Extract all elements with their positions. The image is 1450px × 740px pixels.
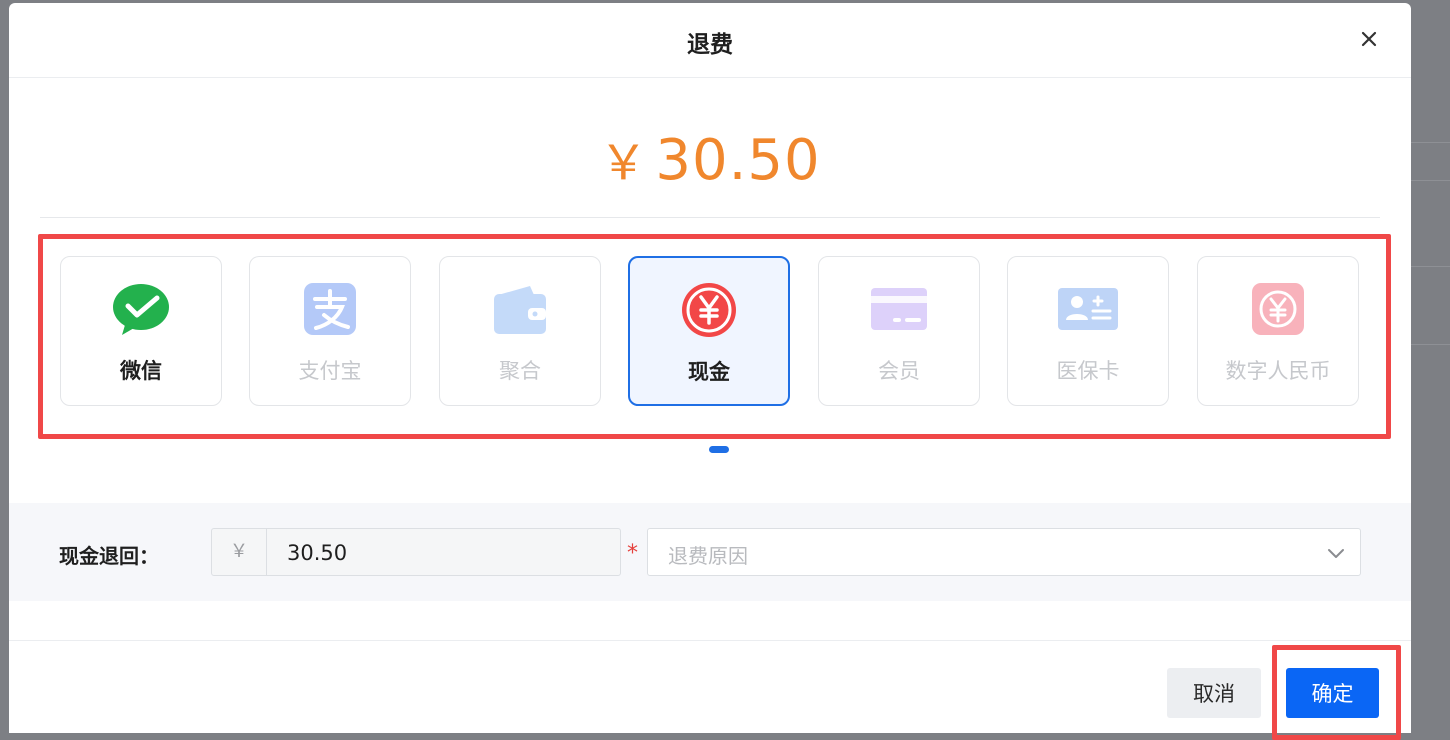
- modal-title: 退费: [687, 32, 733, 58]
- payment-method-label: 数字人民币: [1225, 359, 1331, 383]
- payment-method-alipay[interactable]: 支付宝: [249, 256, 411, 406]
- backdrop-divider: [1411, 266, 1450, 267]
- amount-currency-symbol: ￥: [599, 135, 648, 191]
- backdrop-divider: [1411, 344, 1450, 345]
- cancel-button[interactable]: 取消: [1167, 668, 1261, 718]
- payment-method-label: 微信: [120, 359, 162, 383]
- cash-refund-label: 现金退回：: [59, 544, 159, 568]
- payment-method-digital-rmb[interactable]: 数字人民币: [1197, 256, 1359, 406]
- payment-method-aggregated[interactable]: 聚合: [439, 256, 601, 406]
- cash-yuan-icon: [682, 283, 736, 337]
- refund-reason-select[interactable]: 退费原因: [647, 528, 1361, 576]
- payment-method-label: 现金: [688, 360, 730, 384]
- modal-header: 退费: [9, 3, 1411, 78]
- wallet-icon: [494, 286, 546, 334]
- refund-modal: 退费 ￥ 30.50 微信 支付宝 聚合 现金 会员 医保卡 数字人民币 现金退…: [9, 3, 1411, 740]
- alipay-icon: [304, 283, 356, 335]
- backdrop-divider: [1411, 142, 1450, 143]
- refund-amount-input[interactable]: [267, 529, 639, 577]
- payment-method-label: 会员: [878, 359, 920, 383]
- payment-method-label: 聚合: [499, 359, 541, 383]
- required-mark: *: [627, 541, 638, 566]
- refund-reason-placeholder: 退费原因: [668, 544, 748, 568]
- payment-method-label: 医保卡: [1056, 359, 1120, 383]
- backdrop-divider: [1411, 180, 1450, 181]
- refund-form: 现金退回： ￥ * 退费原因: [9, 503, 1411, 601]
- payment-method-wechat[interactable]: 微信: [60, 256, 222, 406]
- chevron-down-icon: [1328, 549, 1344, 558]
- confirm-button[interactable]: 确定: [1286, 668, 1379, 718]
- payment-method-member[interactable]: 会员: [818, 256, 980, 406]
- close-icon: [1361, 31, 1377, 47]
- member-card-icon: [871, 288, 927, 330]
- carousel-pager-dot[interactable]: [709, 446, 729, 453]
- refund-amount-field: ￥: [211, 528, 639, 577]
- amount-value: 30.50: [655, 128, 821, 193]
- footer-divider: [9, 640, 1411, 641]
- wechat-icon: [113, 284, 169, 335]
- payment-method-cash[interactable]: 现金: [628, 256, 790, 406]
- digital-rmb-icon: [1252, 283, 1304, 335]
- payment-method-label: 支付宝: [298, 359, 362, 383]
- currency-prefix: ￥: [212, 529, 267, 575]
- refund-amount-display: ￥ 30.50: [9, 123, 1411, 193]
- payment-method-medical-card[interactable]: 医保卡: [1007, 256, 1169, 406]
- close-button[interactable]: [1357, 27, 1381, 51]
- amount-divider: [40, 217, 1380, 218]
- medical-insurance-card-icon: [1058, 288, 1118, 330]
